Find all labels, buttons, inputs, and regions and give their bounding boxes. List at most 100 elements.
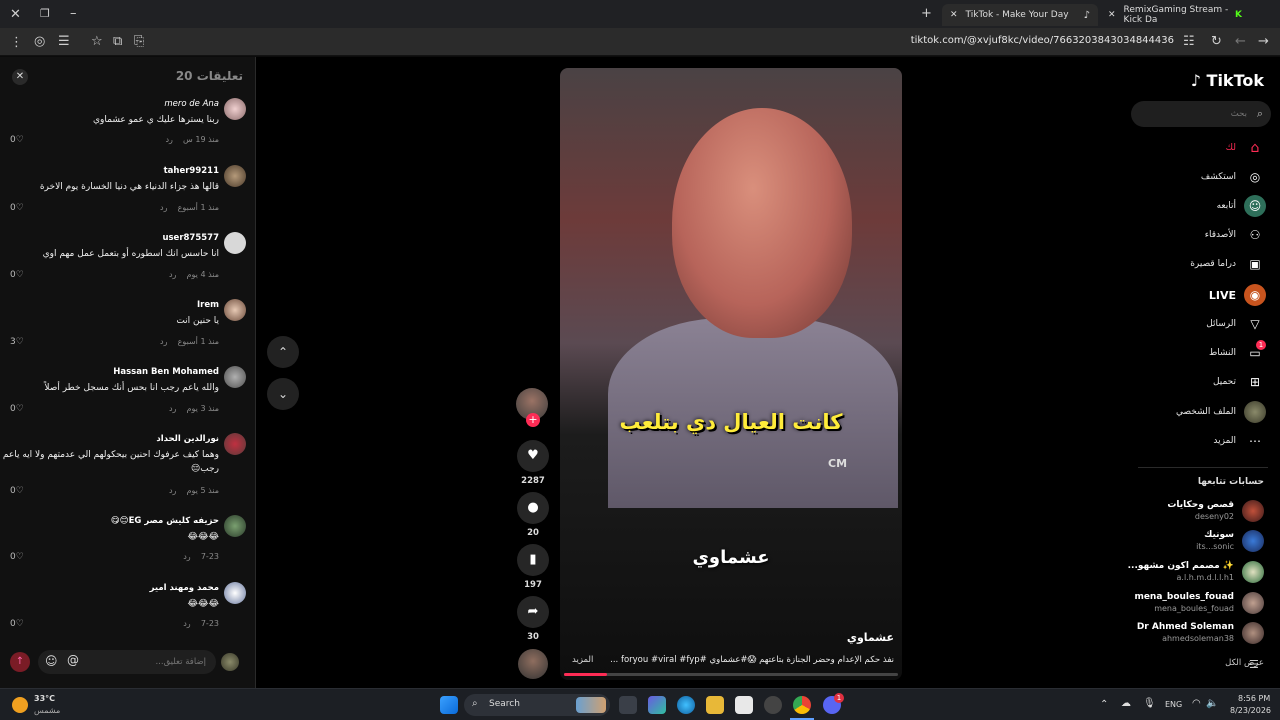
follow-plus-icon[interactable]: + — [526, 413, 540, 427]
avatar[interactable] — [224, 299, 246, 321]
weather-sun-icon[interactable] — [12, 697, 28, 713]
share-button[interactable]: ➦ — [517, 596, 549, 628]
nav-friends[interactable]: ⚇ الأصدقاء — [1126, 224, 1266, 246]
reply-link[interactable]: رد — [169, 270, 176, 279]
send-button[interactable]: ↑ — [10, 652, 30, 672]
comment-author[interactable]: نورالدين الحداد — [156, 434, 219, 444]
wifi-icon[interactable]: ◠ — [1192, 698, 1201, 709]
emoji-icon[interactable]: ☺ — [45, 654, 58, 668]
reload-icon[interactable]: ↻ — [1211, 35, 1222, 48]
following-account[interactable]: ✨ مصمم اكون مشهو... a.l.h.m.d.l.l.h1 — [1124, 560, 1264, 586]
video-player[interactable]: كانت العيال دي بتلعب CM عشماوي عشماوي نف… — [560, 68, 902, 680]
avatar[interactable] — [224, 232, 246, 254]
comment-author[interactable]: taher99211 — [164, 166, 219, 176]
cloud-icon[interactable]: ☁ — [1121, 698, 1131, 709]
bookmark-star-icon[interactable]: ☆ — [91, 35, 103, 48]
profile-icon[interactable]: ◎ — [34, 35, 45, 48]
like-button[interactable]: 3♡ — [10, 337, 24, 347]
next-video-button[interactable]: ⌄ — [267, 378, 299, 410]
task-view-icon[interactable] — [619, 696, 637, 714]
comment-author[interactable]: user875577 — [162, 233, 219, 243]
save-button[interactable]: ▮ — [517, 544, 549, 576]
tab-close-icon[interactable]: ✕ — [1108, 10, 1116, 20]
nav-messages[interactable]: ▽ الرسائل — [1126, 313, 1266, 335]
avatar[interactable] — [224, 433, 246, 455]
tiktok-logo[interactable]: ♪ TikTok — [1191, 71, 1264, 90]
search-icon[interactable]: ⌕ — [1257, 107, 1263, 121]
share-icon[interactable]: ⎘ — [134, 35, 144, 48]
comment-author[interactable]: mero de Ana — [164, 99, 219, 109]
tab-tiktok[interactable]: ✕ TikTok - Make Your Day ♪ — [942, 4, 1098, 26]
like-button[interactable]: ♥ — [517, 440, 549, 472]
reply-link[interactable]: رد — [183, 619, 190, 628]
reply-link[interactable]: رد — [160, 203, 167, 212]
clock-time[interactable]: 8:56 PM — [1238, 694, 1270, 703]
avatar[interactable] — [224, 515, 246, 537]
menu-icon[interactable]: ⋮ — [10, 36, 23, 49]
url-text[interactable]: tiktok.com/@xvjuf8kc/video/7663203843034… — [911, 35, 1174, 46]
nav-following[interactable]: ☺ أتابعه — [1126, 195, 1266, 217]
store-icon[interactable] — [735, 696, 753, 714]
mention-icon[interactable]: @ — [67, 653, 79, 667]
volume-icon[interactable]: 🔈 — [1206, 698, 1218, 709]
back-icon[interactable]: → — [1258, 35, 1269, 48]
reply-link[interactable]: رد — [183, 552, 190, 561]
like-button[interactable]: 0♡ — [10, 486, 24, 496]
reply-link[interactable]: رد — [169, 486, 176, 495]
video-author[interactable]: عشماوي — [847, 631, 894, 644]
comment-input[interactable] — [96, 654, 206, 670]
restore-window-icon[interactable]: ❐ — [40, 8, 50, 19]
reply-link[interactable]: رد — [169, 404, 176, 413]
more-link[interactable]: المزيد — [572, 655, 593, 665]
comment-author[interactable]: Hassan Ben Mohamed — [113, 367, 219, 377]
following-account[interactable]: سونيك its...sonic — [1124, 529, 1264, 555]
app-icon[interactable] — [764, 696, 782, 714]
like-button[interactable]: 0♡ — [10, 270, 24, 280]
comment-author[interactable]: Irem — [197, 300, 219, 310]
microphone-icon[interactable]: 🎙 — [1143, 698, 1156, 709]
following-account[interactable]: Dr Ahmed Soleman ahmedsoleman38 — [1124, 621, 1264, 647]
like-button[interactable]: 0♡ — [10, 203, 24, 213]
site-settings-icon[interactable]: ☷ — [1183, 35, 1195, 48]
following-account[interactable]: mena_boules_fouad mena_boules_fouad — [1124, 591, 1264, 617]
language-indicator[interactable]: ENG — [1165, 700, 1182, 709]
minimize-window-icon[interactable]: – — [70, 7, 77, 20]
comment-author[interactable]: محمد ومهند امير — [150, 583, 219, 593]
avatar[interactable] — [224, 366, 246, 388]
following-account[interactable]: قصص وحكايات deseny02 — [1124, 499, 1264, 525]
windows-start-icon[interactable] — [440, 696, 458, 714]
like-button[interactable]: 0♡ — [10, 135, 24, 145]
avatar[interactable] — [224, 98, 246, 120]
tray-chevron-up-icon[interactable]: ⌃ — [1100, 699, 1108, 710]
new-tab-icon[interactable]: + — [921, 7, 932, 20]
clock-date[interactable]: 8/23/2026 — [1230, 706, 1271, 715]
edge-icon[interactable] — [677, 696, 695, 714]
install-icon[interactable]: ⧉ — [113, 35, 122, 48]
nav-more[interactable]: ⋯ المزيد — [1126, 430, 1266, 452]
nav-live[interactable]: ◉ LIVE — [1126, 284, 1266, 306]
nav-explore[interactable]: ◎ استكشف — [1126, 166, 1266, 188]
close-window-icon[interactable]: ✕ — [10, 8, 21, 21]
tab-close-icon[interactable]: ✕ — [950, 10, 958, 20]
nav-profile[interactable]: الملف الشخصي — [1126, 401, 1266, 423]
nav-short-drama[interactable]: ▣ دراما قصيرة — [1126, 253, 1266, 275]
forward-icon[interactable]: ← — [1235, 35, 1246, 48]
avatar[interactable] — [224, 582, 246, 604]
comment-author[interactable]: حزيفه كليش مصر EG😊😋 — [111, 516, 219, 526]
like-button[interactable]: 0♡ — [10, 552, 24, 562]
close-icon[interactable]: ✕ — [12, 69, 28, 85]
video-progress-bar[interactable] — [564, 673, 898, 676]
comment-button[interactable]: ● — [517, 492, 549, 524]
music-disc-avatar[interactable] — [518, 649, 548, 679]
like-button[interactable]: 0♡ — [10, 404, 24, 414]
avatar[interactable] — [224, 165, 246, 187]
tab-kick[interactable]: ✕ RemixGaming Stream - Kick Da K — [1100, 4, 1250, 26]
reading-icon[interactable]: ☰ — [58, 35, 70, 48]
nav-activity[interactable]: ▭ 1 النشاط — [1126, 340, 1266, 364]
nav-upload[interactable]: ⊞ تحميل — [1126, 371, 1266, 393]
search-input[interactable] — [1147, 106, 1247, 122]
previous-video-button[interactable]: ⌃ — [267, 336, 299, 368]
taskbar-search[interactable]: ⌕ Search — [464, 694, 610, 716]
reply-link[interactable]: رد — [160, 337, 167, 346]
reply-link[interactable]: رد — [165, 135, 172, 144]
